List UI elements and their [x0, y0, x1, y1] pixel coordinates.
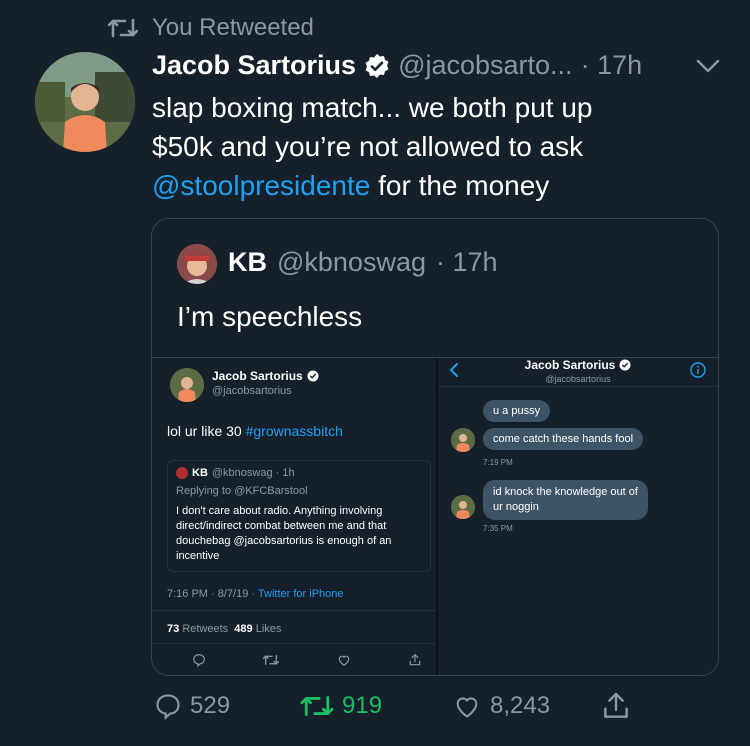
embedded-meta: 7:16 PM · 8/7/19 · Twitter for iPhone	[167, 588, 344, 600]
embedded-retweets-label: Retweets	[182, 623, 229, 635]
retweet-context-label: You Retweeted	[152, 14, 314, 41]
dm-timestamp: 7:19 PM	[483, 458, 513, 467]
dm-message-line: id knock the knowledge out of	[493, 486, 638, 498]
verified-icon	[364, 53, 390, 79]
author-handle[interactable]: @jacobsarto...	[398, 50, 573, 81]
embedded-quoted-line: I don't care about radio. Anything invol…	[176, 505, 383, 517]
mention-link[interactable]: @stoolpresidente	[152, 170, 370, 201]
retweet-button[interactable]: 919	[300, 692, 382, 720]
retweet-icon	[263, 653, 280, 667]
embedded-replying-to: Replying to @KFCBarstool	[176, 485, 308, 497]
quote-time: · 17h	[436, 247, 498, 277]
embedded-author-name: Jacob Sartorius	[212, 369, 303, 383]
embedded-quoted-line: incentive	[176, 550, 220, 562]
embedded-quoted-line: direct/indirect combat between me and th…	[176, 520, 387, 532]
dm-message-bubble: u a pussy	[483, 400, 551, 422]
embedded-tweet-text: lol ur like 30 #grownassbitch	[167, 423, 343, 439]
embedded-header: Jacob Sartorius	[212, 369, 319, 383]
verified-icon	[619, 359, 631, 371]
reply-icon	[154, 692, 182, 720]
embedded-tweet-plain: lol ur like 30	[167, 423, 246, 439]
dm-title: Jacob Sartorius	[524, 358, 616, 372]
embedded-quoted-tweet: KB @kbnoswag · 1h Replying to @KFCBarsto…	[167, 460, 431, 572]
tweet-text-line: @stoolpresidente for the money	[152, 166, 732, 205]
embedded-stats: 73 Retweets 489 Likes	[167, 623, 281, 635]
tweet-text-line: $50k and you’re not allowed to ask	[152, 131, 584, 162]
dm-message-bubble: id knock the knowledge out of ur noggin	[483, 480, 648, 520]
retweet-count: 919	[342, 692, 383, 719]
hashtag-link: #grownassbitch	[245, 423, 343, 439]
retweet-context: You Retweeted	[108, 14, 314, 42]
dm-header: Jacob Sartorius	[438, 358, 718, 372]
tweet-header: Jacob Sartorius @jacobsarto... · 17h	[152, 50, 642, 81]
like-button[interactable]: 8,243	[452, 692, 550, 720]
embedded-author-avatar	[170, 368, 204, 402]
embedded-quoted-handle: @kbnoswag · 1h	[211, 467, 295, 479]
tweet-text: slap boxing match... we both put up $50k…	[152, 88, 732, 205]
reply-count: 529	[190, 692, 231, 719]
embedded-quoted-text: I don't care about radio. Anything invol…	[176, 504, 391, 564]
reply-button[interactable]: 529	[154, 692, 230, 720]
embedded-quoted-line: douchebag @jacobsartorius is enough of a…	[176, 535, 392, 547]
quote-header: KB @kbnoswag · 17h	[228, 247, 498, 278]
author-name[interactable]: Jacob Sartorius	[152, 50, 356, 81]
media-right-screenshot: Jacob Sartorius @jacobsartorius u a puss…	[438, 358, 718, 675]
like-count: 8,243	[490, 692, 551, 719]
quote-media[interactable]: Jacob Sartorius @jacobsartorius lol ur l…	[152, 357, 718, 675]
retweet-icon	[108, 15, 138, 41]
quote-author-name: KB	[228, 247, 267, 277]
chevron-down-icon[interactable]	[695, 56, 721, 76]
embedded-actions	[192, 653, 422, 667]
embedded-author-handle: @jacobsartorius	[212, 385, 292, 397]
share-icon	[408, 653, 422, 667]
tweet-text-tail: for the money	[370, 170, 550, 201]
embedded-retweets-count: 73	[167, 623, 180, 635]
quote-text: I’m speechless	[177, 301, 363, 332]
embedded-quoted-avatar	[176, 467, 188, 479]
embedded-quoted-header: KB @kbnoswag · 1h	[176, 467, 295, 479]
author-avatar[interactable]	[35, 52, 135, 152]
divider	[152, 643, 436, 644]
heart-icon	[337, 653, 351, 667]
retweet-icon	[300, 692, 334, 720]
quote-tweet-card[interactable]: KB @kbnoswag · 17h I’m speechless Jacob …	[151, 218, 719, 676]
embedded-quoted-name: KB	[192, 467, 208, 479]
embedded-meta-time: 7:16 PM · 8/7/19 ·	[167, 588, 258, 600]
share-button[interactable]	[600, 690, 632, 722]
heart-icon	[452, 692, 482, 720]
dm-avatar	[451, 495, 475, 519]
tweet-text-line: slap boxing match... we both put up	[152, 92, 593, 123]
embedded-meta-client: Twitter for iPhone	[257, 588, 344, 600]
media-left-screenshot: Jacob Sartorius @jacobsartorius lol ur l…	[152, 358, 436, 675]
dm-timestamp: 7:35 PM	[483, 524, 513, 533]
reply-icon	[192, 653, 206, 667]
quote-author-handle: @kbnoswag	[277, 247, 426, 277]
verified-icon	[307, 370, 319, 382]
info-icon	[690, 362, 706, 378]
dm-subtitle: @jacobsartorius	[545, 374, 611, 384]
dm-avatar	[451, 428, 475, 452]
quote-author-avatar	[177, 244, 217, 284]
embedded-likes-label: Likes	[255, 623, 282, 635]
divider	[438, 386, 718, 387]
embedded-likes-count: 489	[234, 623, 253, 635]
divider	[152, 610, 436, 611]
dm-message-bubble: come catch these hands fool	[483, 428, 644, 450]
dm-message-line: ur noggin	[493, 501, 539, 513]
tweet-time[interactable]: · 17h	[581, 50, 643, 81]
share-icon	[600, 690, 632, 722]
